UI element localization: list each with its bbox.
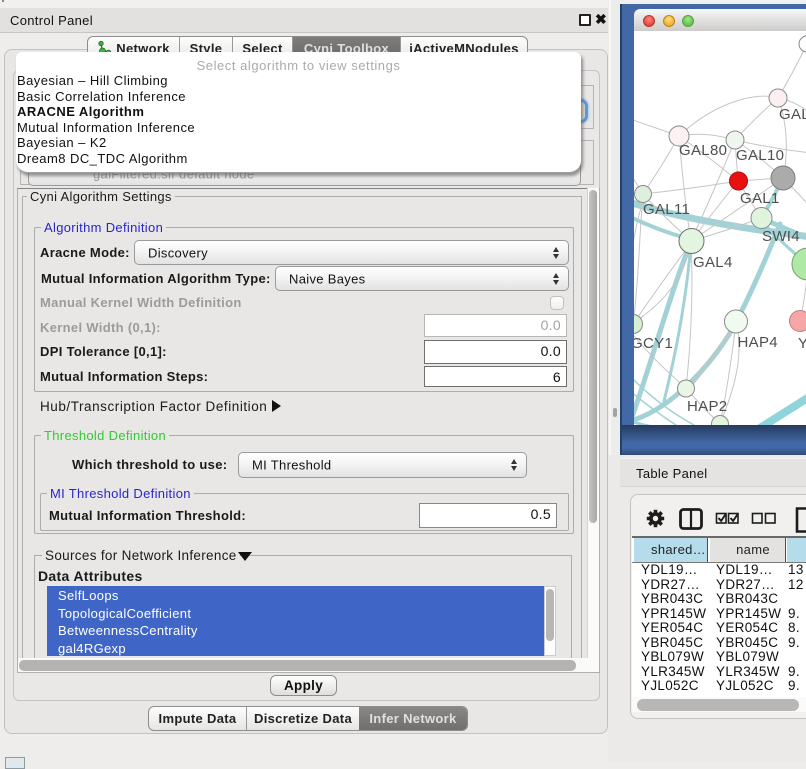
svg-text:GAL11: GAL11 <box>643 201 690 218</box>
svg-text:HAP4: HAP4 <box>738 334 778 351</box>
svg-text:GAL10: GAL10 <box>736 147 784 164</box>
svg-text:HAP2: HAP2 <box>687 398 727 415</box>
svg-text:GCY1: GCY1 <box>634 335 673 352</box>
svg-text:GAL1: GAL1 <box>740 190 780 207</box>
svg-text:GAL4: GAL4 <box>693 254 733 271</box>
svg-text:GAL2: GAL2 <box>779 106 806 123</box>
svg-text:Y: Y <box>798 335 806 352</box>
svg-text:SWI4: SWI4 <box>762 228 800 245</box>
svg-text:GAL80: GAL80 <box>679 142 727 159</box>
